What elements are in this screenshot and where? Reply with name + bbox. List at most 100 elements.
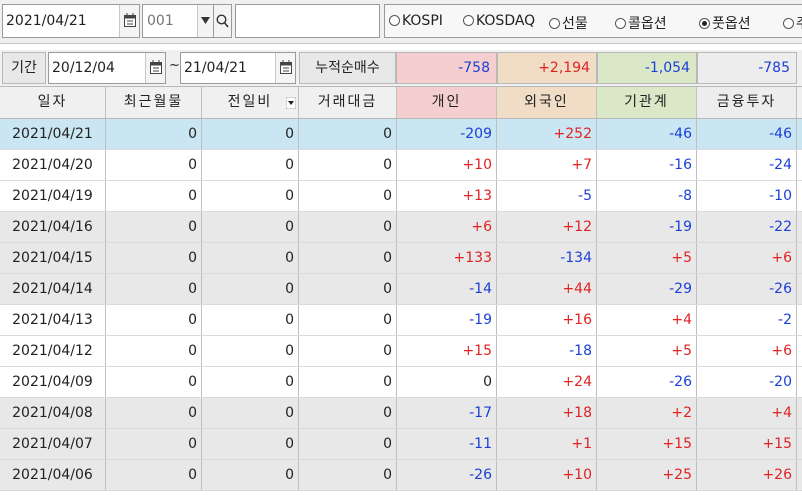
row-financial-investment: -24 (697, 150, 797, 180)
date-range-separator: ~ (169, 58, 180, 73)
row-prev-change: 0 (202, 305, 299, 335)
table-row[interactable]: 2021/04/21 0 0 0 -209 +252 -46 -46 (0, 119, 802, 150)
row-overflow (797, 305, 802, 335)
calendar-icon[interactable] (145, 53, 165, 83)
row-prev-change: 0 (202, 181, 299, 211)
table-row[interactable]: 2021/04/16 0 0 0 +6 +12 -19 -22 (0, 212, 802, 243)
search-icon[interactable] (214, 4, 232, 38)
row-prev-change: 0 (202, 429, 299, 459)
start-date-value: 20/12/04 (52, 60, 115, 76)
row-financial-investment: -10 (697, 181, 797, 211)
table-row[interactable]: 2021/04/15 0 0 0 +133 -134 +5 +6 (0, 243, 802, 274)
col-individual[interactable]: 개인 (397, 87, 497, 118)
row-overflow (797, 398, 802, 428)
row-date: 2021/04/20 (0, 150, 106, 180)
col-date[interactable]: 일자 (0, 87, 106, 118)
calendar-icon[interactable] (119, 5, 139, 37)
row-individual: -19 (397, 305, 497, 335)
row-financial-investment: +15 (697, 429, 797, 459)
end-date-field[interactable]: 21/04/21 (180, 52, 296, 84)
period-row: 기간 20/12/04 ~ 21/04/21 누적순매수 -758 +2,194… (0, 50, 802, 86)
table-row[interactable]: 2021/04/19 0 0 0 +13 -5 -8 -10 (0, 181, 802, 212)
row-trade-amount: 0 (299, 429, 397, 459)
row-date: 2021/04/13 (0, 305, 106, 335)
table-row[interactable]: 2021/04/12 0 0 0 +15 -18 +5 +6 (0, 336, 802, 367)
radio-kosdaq[interactable]: KOSDAQ (463, 13, 535, 29)
row-individual: -26 (397, 460, 497, 490)
table-header: 일자 최근월물 전일비 거래대금 개인 외국인 기관계 금융투자 (0, 86, 802, 119)
row-foreign: +1 (497, 429, 597, 459)
row-overflow (797, 336, 802, 366)
row-overflow (797, 181, 802, 211)
col-trade-amount[interactable]: 거래대금 (299, 87, 397, 118)
row-prev-change: 0 (202, 119, 299, 149)
radio-circle (463, 15, 474, 26)
row-date: 2021/04/12 (0, 336, 106, 366)
row-foreign: +252 (497, 119, 597, 149)
sort-down-icon[interactable] (286, 97, 296, 109)
row-individual: +133 (397, 243, 497, 273)
name-field[interactable] (235, 4, 380, 38)
row-foreign: -5 (497, 181, 597, 211)
row-trade-amount: 0 (299, 305, 397, 335)
row-trade-amount: 0 (299, 274, 397, 304)
code-combo[interactable] (142, 4, 214, 38)
row-institution: -16 (597, 150, 697, 180)
row-recent-month: 0 (106, 367, 202, 397)
col-recent-month[interactable]: 최근월물 (106, 87, 202, 118)
row-foreign: +12 (497, 212, 597, 242)
col-prev-change-label: 전일비 (227, 94, 273, 110)
row-prev-change: 0 (202, 336, 299, 366)
code-input[interactable] (143, 5, 199, 37)
col-foreign[interactable]: 외국인 (497, 87, 597, 118)
radio-put-option[interactable]: 풋옵션 (699, 13, 751, 33)
row-date: 2021/04/16 (0, 212, 106, 242)
row-trade-amount: 0 (299, 336, 397, 366)
row-financial-investment: -2 (697, 305, 797, 335)
start-date-field[interactable]: 20/12/04 (48, 52, 166, 84)
col-overflow (797, 87, 802, 118)
cum-financial: -785 (697, 52, 797, 84)
row-financial-investment: -22 (697, 212, 797, 242)
row-trade-amount: 0 (299, 150, 397, 180)
radio-circle-selected (699, 18, 710, 29)
table-row[interactable]: 2021/04/13 0 0 0 -19 +16 +4 -2 (0, 305, 802, 336)
row-foreign: +10 (497, 460, 597, 490)
row-individual: -209 (397, 119, 497, 149)
base-date-field[interactable]: 2021/04/21 (2, 4, 140, 38)
radio-stock[interactable]: 주 (783, 13, 802, 33)
cumulative-net-buy-label: 누적순매수 (299, 52, 396, 84)
table-row[interactable]: 2021/04/08 0 0 0 -17 +18 +2 +4 (0, 398, 802, 429)
row-date: 2021/04/07 (0, 429, 106, 459)
row-individual: +6 (397, 212, 497, 242)
row-recent-month: 0 (106, 398, 202, 428)
row-foreign: -18 (497, 336, 597, 366)
col-institution[interactable]: 기관계 (597, 87, 697, 118)
table-row[interactable]: 2021/04/06 0 0 0 -26 +10 +25 +26 (0, 460, 802, 491)
radio-call-option[interactable]: 콜옵션 (615, 13, 667, 33)
dropdown-arrow-icon[interactable] (197, 5, 213, 37)
row-individual: -17 (397, 398, 497, 428)
row-financial-investment: -26 (697, 274, 797, 304)
radio-circle (615, 18, 626, 29)
table-row[interactable]: 2021/04/07 0 0 0 -11 +1 +15 +15 (0, 429, 802, 460)
radio-label: 풋옵션 (712, 16, 751, 32)
row-individual: +13 (397, 181, 497, 211)
radio-kospi[interactable]: KOSPI (389, 13, 443, 29)
row-trade-amount: 0 (299, 398, 397, 428)
calendar-icon[interactable] (275, 53, 295, 83)
radio-label: 주 (796, 16, 802, 32)
row-foreign: -134 (497, 243, 597, 273)
row-date: 2021/04/09 (0, 367, 106, 397)
row-institution: +5 (597, 243, 697, 273)
col-prev-change[interactable]: 전일비 (202, 87, 299, 118)
radio-futures[interactable]: 선물 (549, 13, 588, 33)
row-recent-month: 0 (106, 460, 202, 490)
table-row[interactable]: 2021/04/09 0 0 0 0 +24 -26 -20 (0, 367, 802, 398)
row-recent-month: 0 (106, 336, 202, 366)
table-row[interactable]: 2021/04/14 0 0 0 -14 +44 -29 -26 (0, 274, 802, 305)
table-row[interactable]: 2021/04/20 0 0 0 +10 +7 -16 -24 (0, 150, 802, 181)
col-financial-investment[interactable]: 금융투자 (697, 87, 797, 118)
radio-circle (389, 15, 400, 26)
row-institution: +5 (597, 336, 697, 366)
